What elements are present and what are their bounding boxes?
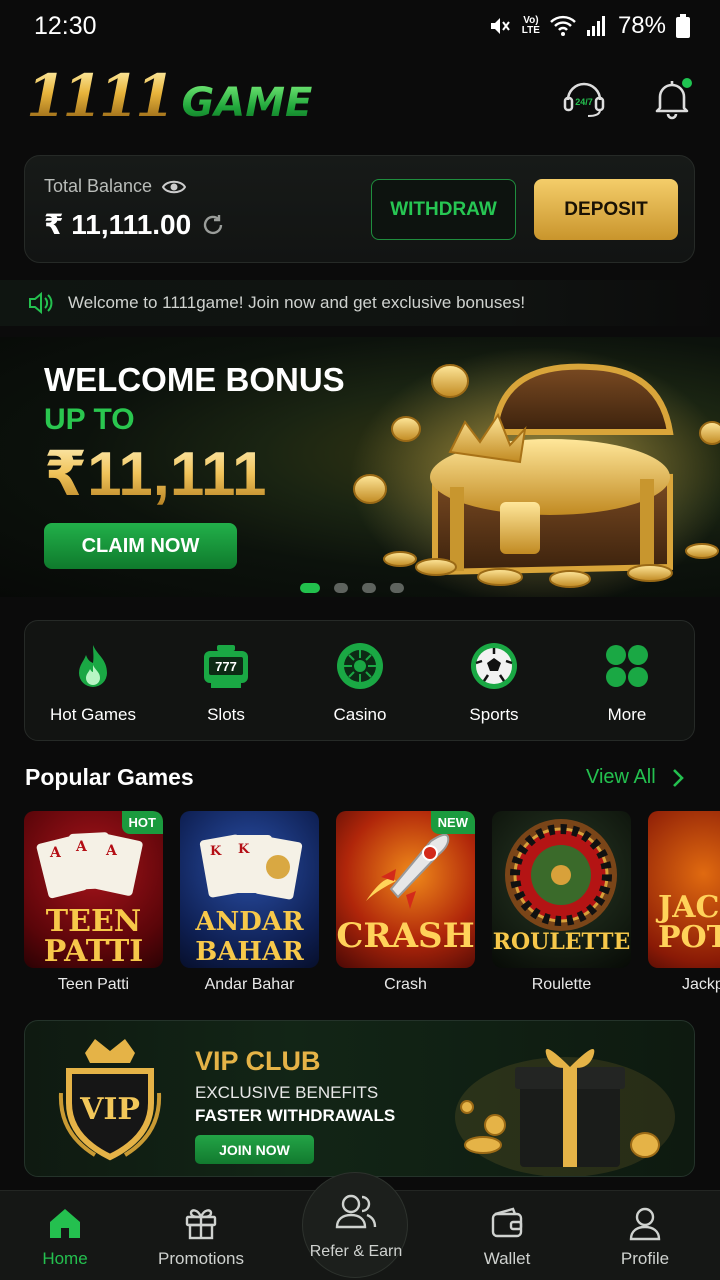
carousel-dot[interactable]	[300, 583, 320, 593]
hot-badge: HOT	[121, 811, 163, 834]
gift-box-image	[455, 1049, 675, 1176]
nav-refer-earn[interactable]: Refer & Earn	[302, 1172, 408, 1278]
game-art-title: TEEN PATTI	[43, 904, 144, 968]
announcement-text: Welcome to 1111game! Join now and get ex…	[68, 293, 526, 312]
game-card-roulette[interactable]: ROULETTE Roulette	[492, 811, 631, 994]
game-card-crash[interactable]: CRASH NEW Crash	[336, 811, 475, 994]
battery-icon	[676, 14, 690, 38]
king-cards-image: K K	[199, 834, 303, 900]
roulette-wheel-image	[505, 819, 617, 931]
category-label: Slots	[207, 705, 245, 724]
category-casino[interactable]: Casino	[300, 641, 420, 725]
wifi-icon	[550, 15, 576, 36]
svg-text:K: K	[210, 844, 222, 859]
svg-text:24/7: 24/7	[575, 97, 593, 107]
game-art-title: ANDAR BAHAR	[195, 907, 304, 967]
soccer-ball-icon	[471, 643, 517, 689]
carousel-dot[interactable]	[390, 583, 404, 593]
chevron-right-icon	[672, 768, 684, 787]
welcome-bonus-banner[interactable]: WELCOME BONUS UP TO ₹11,111 CLAIM NOW	[0, 337, 720, 597]
deposit-button[interactable]: DEPOSIT	[534, 179, 678, 240]
game-card-teen-patti[interactable]: A A A TEEN PATTI HOT Teen Patti	[24, 811, 163, 994]
claim-now-button[interactable]: CLAIM NOW	[44, 523, 237, 569]
game-card-andar-bahar[interactable]: K K ANDAR BAHAR Andar Bahar	[180, 811, 319, 994]
popular-games-title: Popular Games	[25, 764, 194, 790]
view-all-link[interactable]: View All	[586, 766, 684, 789]
flame-icon	[79, 645, 107, 687]
game-art-title: ROULETTE	[492, 929, 631, 955]
app-logo[interactable]: 1111 GAME	[26, 66, 312, 126]
category-hot-games[interactable]: Hot Games	[33, 641, 153, 725]
svg-text:A: A	[49, 845, 62, 861]
join-now-button[interactable]: JOIN NOW	[195, 1135, 314, 1164]
balance-amount: ₹ 11,111.00	[44, 209, 192, 240]
app-header: 1111 GAME 24/7	[0, 60, 720, 140]
balance-label: Total Balance	[44, 176, 153, 196]
users-icon	[335, 1194, 377, 1229]
wallet-icon	[491, 1207, 523, 1238]
game-card-jackpot[interactable]: JACKPOT Jackp	[648, 811, 720, 994]
vip-benefit-1: EXCLUSIVE BENEFITS	[195, 1083, 379, 1102]
banner-title: WELCOME BONUS	[44, 361, 345, 398]
carousel-dot[interactable]	[334, 583, 348, 593]
slot-machine-icon: 777	[204, 645, 248, 688]
carousel-indicator	[300, 583, 404, 593]
game-name: Crash	[384, 976, 427, 993]
game-categories: Hot Games 777 Slots Casino Sports More	[24, 620, 695, 741]
nav-home[interactable]: Home	[10, 1205, 120, 1269]
signal-icon	[586, 16, 605, 36]
nav-wallet[interactable]: Wallet	[452, 1205, 562, 1269]
refer-earn-label: Refer & Earn	[309, 1243, 403, 1260]
category-label: Sports	[469, 705, 519, 724]
svg-text:K: K	[238, 842, 250, 857]
mute-icon	[490, 18, 510, 34]
roulette-wheel-icon	[337, 643, 383, 689]
category-slots[interactable]: 777 Slots	[166, 641, 286, 725]
svg-text:777: 777	[215, 659, 237, 674]
home-icon	[50, 1209, 80, 1238]
game-name: Jackp	[682, 976, 720, 993]
nav-promotions[interactable]: Promotions	[146, 1205, 256, 1269]
withdraw-button[interactable]: WITHDRAW	[371, 179, 516, 240]
vip-title: VIP CLUB	[195, 1046, 321, 1076]
speaker-icon	[29, 292, 53, 314]
user-icon	[629, 1207, 661, 1241]
new-badge: NEW	[430, 811, 475, 834]
game-art-title: CRASH	[336, 916, 475, 956]
refresh-icon[interactable]	[201, 213, 225, 237]
support-24-7-icon[interactable]: 24/7	[562, 76, 606, 120]
gift-icon	[185, 1209, 217, 1240]
category-label: Hot Games	[50, 705, 136, 724]
nav-profile[interactable]: Profile	[590, 1205, 700, 1269]
vip-shield-crown-icon: VIP	[58, 1039, 162, 1161]
status-time: 12:30	[34, 12, 97, 40]
banner-amount: ₹11,111	[44, 437, 267, 510]
treasure-chest-image	[350, 347, 720, 597]
announcement-bar: Welcome to 1111game! Join now and get ex…	[0, 280, 720, 326]
category-label: Casino	[333, 705, 387, 724]
game-name: Roulette	[531, 976, 592, 993]
grid-dots-icon	[606, 645, 648, 687]
vip-club-banner[interactable]: VIP VIP CLUB EXCLUSIVE BENEFITS FASTER W…	[24, 1020, 695, 1177]
status-bar: 12:30 Vo) LTE 78%	[0, 0, 720, 54]
battery-percent: 78%	[617, 12, 666, 39]
svg-text:A: A	[75, 839, 88, 855]
network-type: Vo) LTE	[521, 15, 540, 36]
banner-subtitle: UP TO	[44, 403, 135, 436]
carousel-dot[interactable]	[362, 583, 376, 593]
game-art-title: JACKPOT	[658, 890, 720, 955]
vip-benefit-2: FASTER WITHDRAWALS	[195, 1106, 396, 1125]
balance-card: Total Balance ₹ 11,111.00 WITHDRAW DEPOS…	[24, 155, 695, 263]
game-name: Andar Bahar	[204, 976, 295, 993]
svg-text:A: A	[105, 843, 118, 859]
eye-icon[interactable]	[162, 179, 187, 195]
game-name: Teen Patti	[57, 976, 130, 993]
category-sports[interactable]: Sports	[434, 641, 554, 725]
category-more[interactable]: More	[567, 641, 687, 725]
svg-text:VIP: VIP	[79, 1092, 140, 1127]
notification-dot	[682, 78, 692, 88]
category-label: More	[607, 705, 647, 724]
